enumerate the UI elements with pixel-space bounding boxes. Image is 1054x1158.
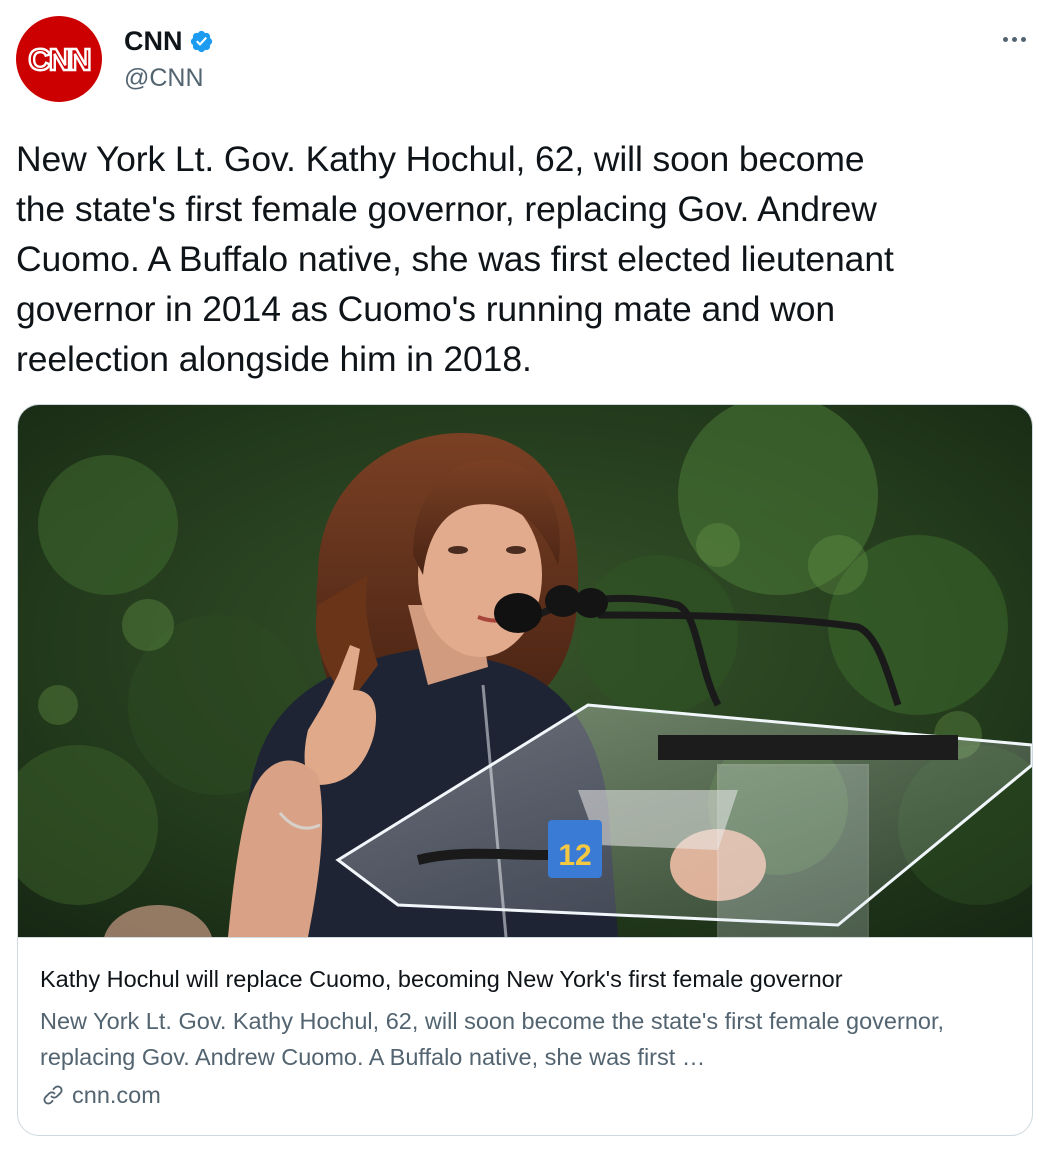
link-icon: [43, 1085, 63, 1105]
cnn-logo-text: CNN: [28, 42, 90, 77]
card-domain-row[interactable]: cnn.com: [40, 1079, 161, 1111]
card-domain[interactable]: cnn.com: [72, 1079, 161, 1111]
author-handle[interactable]: @CNN: [124, 62, 204, 94]
dot: [1020, 36, 1026, 42]
dot: [1011, 36, 1017, 42]
verified-badge-icon: [189, 29, 214, 54]
cnn-logo-icon: CNN: [27, 41, 93, 78]
dot: [1002, 36, 1008, 42]
more-options-icon[interactable]: [998, 26, 1030, 52]
avatar[interactable]: CNN: [16, 16, 102, 102]
card-image[interactable]: 12: [18, 405, 1032, 938]
link-card[interactable]: 12 Kathy Hochul will replace Cuomo, beco…: [17, 404, 1033, 1136]
display-name[interactable]: CNN: [124, 24, 183, 58]
author-name-row[interactable]: CNN: [124, 24, 214, 58]
card-description: New York Lt. Gov. Kathy Hochul, 62, will…: [40, 1008, 945, 1070]
podium-badge: 12: [558, 839, 591, 872]
news-photo: 12: [18, 405, 1032, 937]
card-title[interactable]: Kathy Hochul will replace Cuomo, becomin…: [40, 963, 1020, 995]
tweet-text: New York Lt. Gov. Kathy Hochul, 62, will…: [16, 139, 894, 379]
